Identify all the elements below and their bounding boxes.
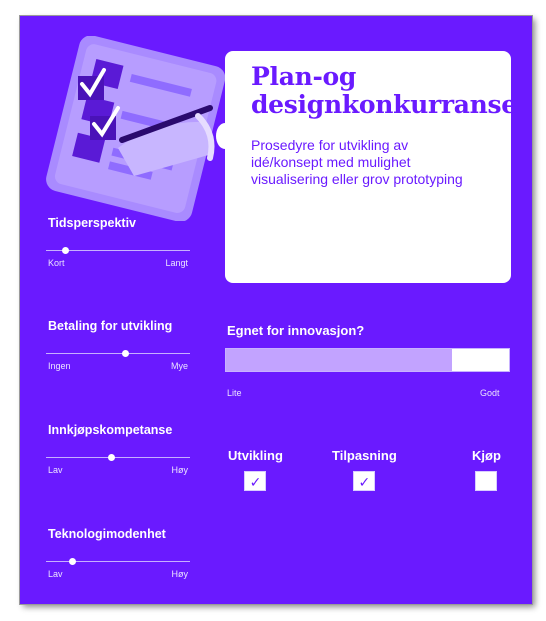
slider-min-label: Lav [48, 569, 63, 579]
slider-title: Teknologimodenhet [48, 527, 166, 541]
slider-title: Tidsperspektiv [48, 216, 137, 230]
flag-kjop: Kjøp [472, 448, 501, 491]
innovation-bar-fill [226, 349, 453, 371]
flag-checkbox: ✓ [353, 471, 376, 491]
innovation-title: Egnet for innovasjon? [227, 323, 365, 338]
speech-notch [216, 123, 234, 149]
slider-teknologimodenhet: Teknologimodenhet Lav Høy [34, 527, 190, 593]
check-icon: ✓ [249, 474, 262, 490]
slider-betaling-for-utvikling: Betaling for utvikling Ingen Mye [34, 319, 190, 385]
flag-tilpasning: Tilpasning ✓ [332, 448, 397, 491]
procedure-card: Plan-og designkonkurranse Prosedyre for … [19, 15, 533, 605]
slider-track [46, 558, 190, 565]
innovation-min-label: Lite [227, 388, 242, 398]
slider-max-label: Høy [171, 465, 189, 475]
slider-thumb [61, 247, 69, 254]
slider-track [46, 350, 190, 357]
innovation-max-label: Godt [480, 388, 500, 398]
flag-checkbox: ✓ [244, 471, 267, 491]
check-icon: ✓ [358, 474, 371, 490]
slider-thumb [68, 558, 76, 565]
slider-min-label: Lav [48, 465, 63, 475]
slider-title: Innkjøpskompetanse [48, 423, 173, 437]
flag-label: Utvikling [228, 448, 283, 463]
checklist-pen-icon [46, 36, 226, 221]
slider-max-label: Langt [165, 258, 188, 268]
slider-title: Betaling for utvikling [48, 319, 173, 333]
flag-label: Kjøp [472, 448, 501, 463]
slider-innkjopskompetanse: Innkjøpskompetanse Lav Høy [34, 423, 190, 489]
slider-track [46, 454, 190, 461]
slider-min-label: Ingen [48, 361, 71, 371]
flag-label: Tilpasning [332, 448, 397, 463]
slider-track [46, 247, 190, 254]
slider-max-label: Høy [171, 569, 189, 579]
procedure-info-panel: Plan-og designkonkurranse Prosedyre for … [216, 51, 517, 283]
slider-thumb [107, 454, 115, 461]
flag-utvikling: Utvikling ✓ [228, 448, 283, 491]
innovation-bar [225, 348, 510, 372]
procedure-title: Plan-og designkonkurranse [251, 62, 517, 119]
slider-thumb [122, 350, 130, 357]
flag-checkbox [475, 471, 498, 491]
slider-max-label: Mye [170, 361, 188, 371]
slider-tidsperspektiv: Tidsperspektiv Kort Langt [34, 216, 190, 282]
procedure-description: Prosedyre for utvikling av idé/konsept m… [251, 137, 463, 187]
slider-min-label: Kort [48, 258, 65, 268]
